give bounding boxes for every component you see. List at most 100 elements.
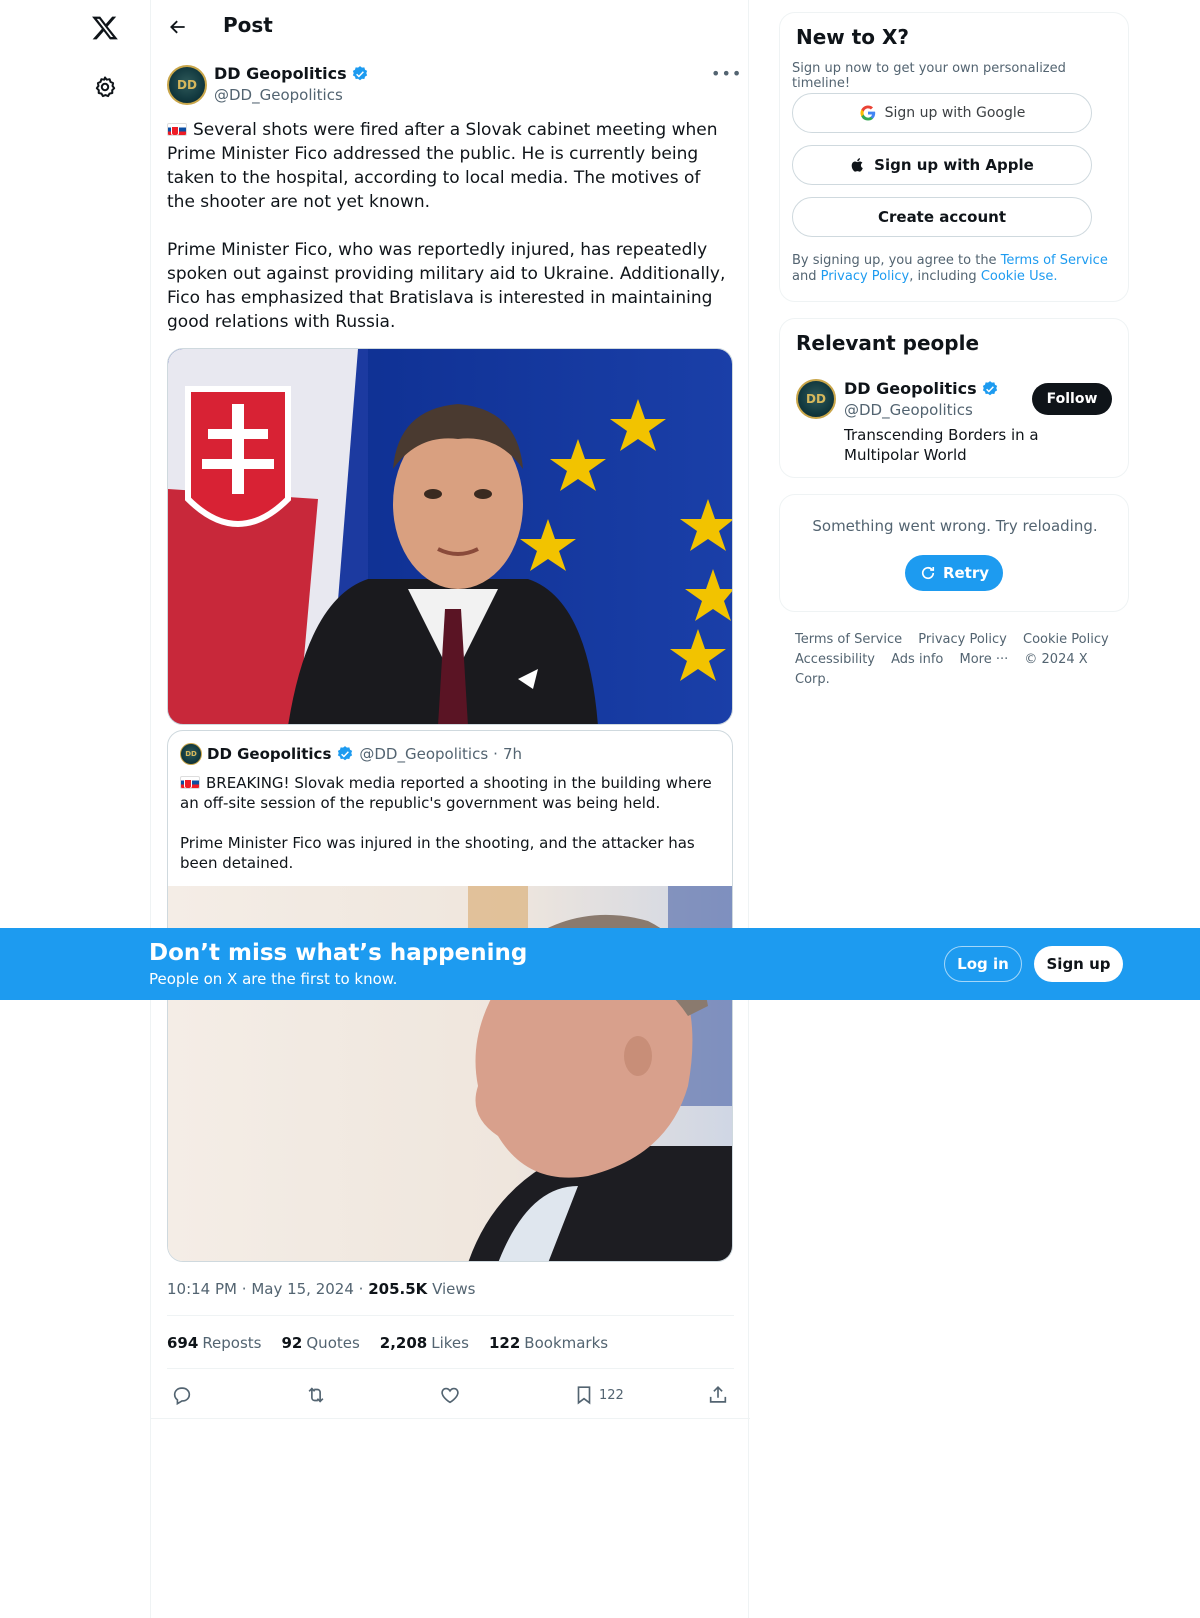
divider	[167, 1368, 734, 1369]
like-heart-icon[interactable]	[439, 1381, 461, 1409]
privacy-link[interactable]: Privacy Policy	[821, 269, 910, 284]
post-paragraph-text: Several shots were fired after a Slovak …	[167, 120, 718, 212]
author-name[interactable]: DD Geopolitics	[214, 64, 347, 83]
new-to-x-card: New to X? Sign up now to get your own pe…	[779, 12, 1129, 302]
back-arrow-icon[interactable]	[161, 10, 195, 44]
views-count: 205.5K	[368, 1280, 428, 1298]
retry-label: Retry	[942, 564, 990, 582]
post-date[interactable]: May 15, 2024	[251, 1280, 354, 1298]
avatar-text: DD	[177, 78, 197, 92]
reposts-count: 694	[167, 1334, 199, 1352]
person-name[interactable]: DD Geopolitics	[844, 379, 977, 398]
person-avatar[interactable]: DD	[796, 379, 836, 419]
new-to-x-title: New to X?	[796, 25, 910, 49]
quote-author-handle: @DD_Geopolitics	[359, 745, 489, 763]
bookmark-count: 122	[599, 1387, 624, 1403]
footer-privacy-link[interactable]: Privacy Policy	[918, 632, 1007, 647]
retry-button[interactable]: Retry	[905, 555, 1003, 591]
post-body: Several shots were fired after a Slovak …	[167, 118, 733, 358]
bookmark-button[interactable]: 122	[573, 1381, 624, 1409]
more-options-icon[interactable]: •••	[711, 64, 741, 88]
signup-banner: Don’t miss what’s happening People on X …	[0, 928, 1200, 1000]
person-handle[interactable]: @DD_Geopolitics	[844, 401, 973, 419]
error-card: Something went wrong. Try reloading. Ret…	[779, 494, 1129, 612]
quotes-label: Quotes	[306, 1334, 360, 1352]
likes-stat[interactable]: 2,208 Likes	[380, 1334, 469, 1352]
person-name-row[interactable]: DD Geopolitics	[844, 379, 999, 398]
author-handle[interactable]: @DD_Geopolitics	[214, 86, 343, 104]
verified-badge-icon	[982, 380, 997, 395]
timestamp-separator: ·	[241, 1280, 252, 1298]
legal-text: By signing up, you agree to the	[792, 253, 1001, 268]
cookie-use-link[interactable]: Cookie Use.	[981, 269, 1058, 284]
divider	[151, 1418, 750, 1419]
terms-link[interactable]: Terms of Service	[1001, 253, 1108, 268]
signup-google-label: Sign up with Google	[884, 105, 1026, 121]
likes-label: Likes	[431, 1334, 469, 1352]
author-avatar[interactable]: DD	[167, 65, 207, 105]
quote-header: DD DD Geopolitics @DD_Geopolitics · 7h	[180, 743, 522, 765]
repost-icon[interactable]	[305, 1381, 327, 1409]
error-message: Something went wrong. Try reloading.	[812, 517, 1098, 535]
apple-icon	[851, 158, 863, 172]
quotes-stat[interactable]: 92 Quotes	[282, 1334, 360, 1352]
slovakia-flag-icon	[167, 123, 187, 136]
quote-avatar: DD	[180, 743, 202, 765]
bookmarks-count: 122	[488, 1334, 521, 1352]
footer-cookie-link[interactable]: Cookie Policy	[1023, 632, 1109, 647]
bookmarks-label: Bookmarks	[524, 1334, 609, 1352]
main-column: Post DD DD Geopolitics @DD_Geopolitics •…	[150, 0, 750, 1618]
footer-accessibility-link[interactable]: Accessibility	[795, 652, 875, 667]
post-photo[interactable]	[167, 348, 733, 725]
signup-apple-button[interactable]: Sign up with Apple	[792, 145, 1092, 185]
post-header: Post	[151, 0, 750, 55]
photo-fico-flags	[168, 349, 732, 724]
quote-paragraph: Prime Minister Fico was injured in the s…	[180, 834, 695, 872]
views-label: Views	[432, 1280, 476, 1298]
verified-badge-icon	[352, 65, 367, 80]
post-time[interactable]: 10:14 PM	[167, 1280, 237, 1298]
page-title: Post	[223, 13, 273, 37]
relevant-people-card: Relevant people DD DD Geopolitics @DD_Ge…	[779, 318, 1129, 478]
login-button[interactable]: Log in	[944, 946, 1022, 982]
signup-button[interactable]: Sign up	[1034, 946, 1123, 982]
footer-terms-link[interactable]: Terms of Service	[795, 632, 902, 647]
author-name-row[interactable]: DD Geopolitics	[214, 64, 369, 83]
reply-icon[interactable]	[171, 1381, 193, 1409]
relevant-people-title: Relevant people	[796, 331, 980, 355]
create-account-label: Create account	[877, 208, 1006, 226]
signup-google-button[interactable]: Sign up with Google	[792, 93, 1092, 133]
legal-text: , including	[909, 269, 981, 284]
reposts-label: Reposts	[202, 1334, 262, 1352]
footer-row: Accessibility Ads info More ··· © 2024 X…	[795, 650, 1135, 690]
footer-ads-link[interactable]: Ads info	[891, 652, 943, 667]
likes-count: 2,208	[379, 1334, 428, 1352]
quote-separator: ·	[493, 745, 498, 763]
x-logo-icon[interactable]	[88, 11, 122, 45]
new-to-x-subtitle: Sign up now to get your own personalized…	[792, 61, 1066, 91]
create-account-button[interactable]: Create account	[792, 197, 1092, 237]
settings-gear-icon[interactable]	[88, 70, 122, 104]
person-bio: Transcending Borders in a Multipolar Wor…	[844, 426, 1039, 464]
divider	[167, 1315, 734, 1316]
quote-body: BREAKING! Slovak media reported a shooti…	[180, 773, 720, 893]
footer-more-link[interactable]: More ···	[959, 652, 1008, 667]
post-actions: 122	[167, 1381, 733, 1409]
legal-text: and	[792, 269, 821, 284]
post-paragraph: Prime Minister Fico, who was reportedly …	[167, 240, 726, 332]
bookmarks-stat[interactable]: 122 Bookmarks	[489, 1334, 608, 1352]
footer-row: Terms of Service Privacy Policy Cookie P…	[795, 630, 1135, 650]
follow-button[interactable]: Follow	[1032, 383, 1112, 415]
refresh-icon	[921, 566, 935, 580]
post-stats: 694 Reposts 92 Quotes 2,208 Likes 122 Bookma…	[167, 1334, 608, 1352]
banner-subtitle: People on X are the first to know.	[149, 970, 398, 988]
signup-legal-text: By signing up, you agree to the Terms of…	[792, 253, 1112, 285]
timestamp-separator: ·	[358, 1280, 369, 1298]
quote-author-name: DD Geopolitics	[207, 745, 332, 763]
share-icon[interactable]	[707, 1381, 729, 1409]
banner-title: Don’t miss what’s happening	[149, 940, 528, 966]
reposts-stat[interactable]: 694 Reposts	[167, 1334, 262, 1352]
bookmark-icon	[577, 1386, 591, 1405]
quotes-count: 92	[281, 1334, 303, 1352]
quote-paragraph: BREAKING! Slovak media reported a shooti…	[180, 773, 720, 813]
